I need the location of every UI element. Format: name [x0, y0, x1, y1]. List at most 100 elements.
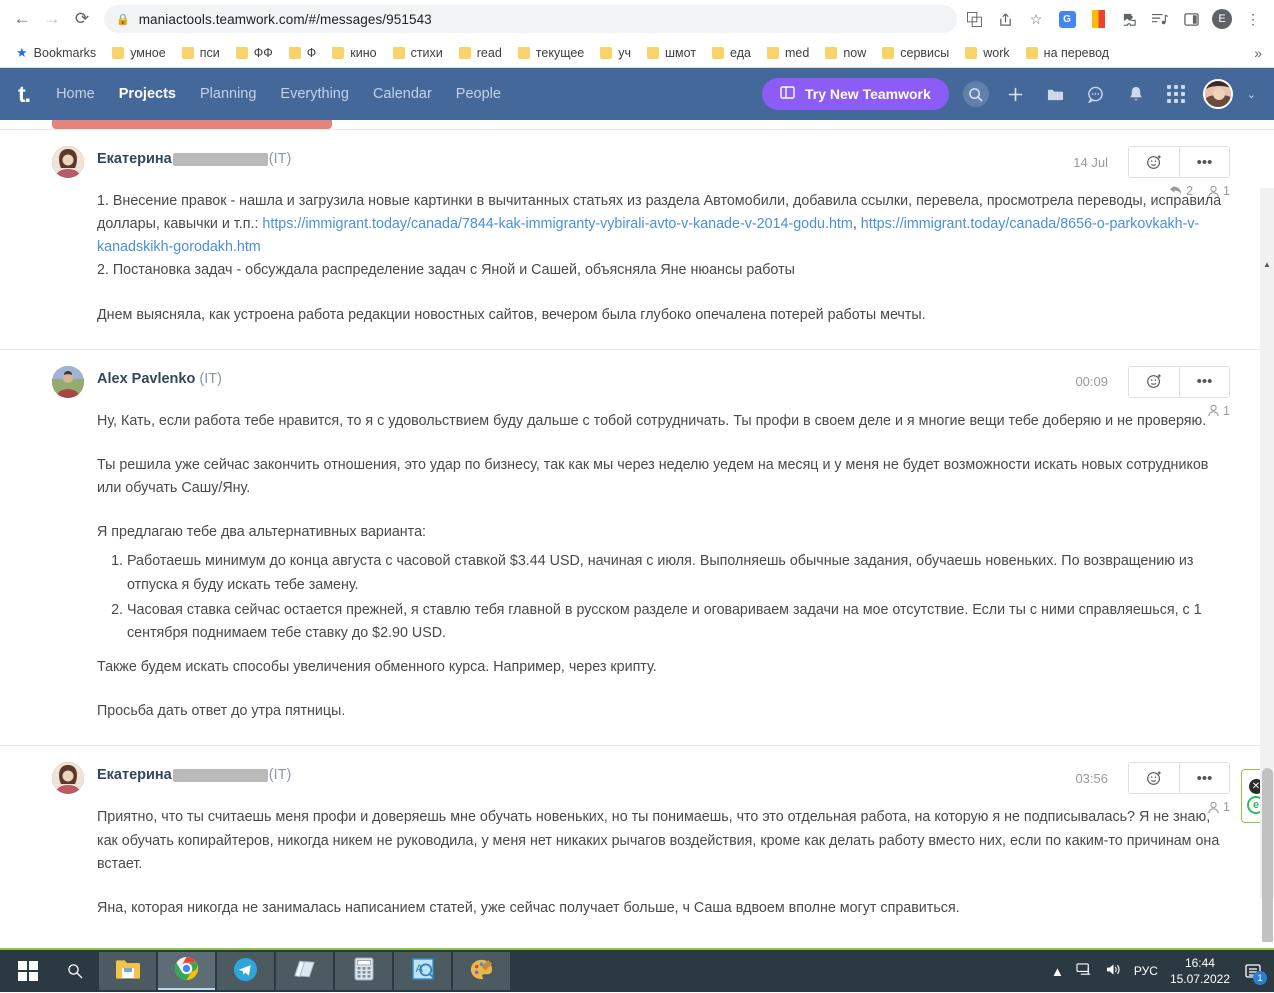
add-reaction-button[interactable] — [1129, 763, 1179, 793]
taskbar-app-file-explorer[interactable] — [99, 952, 156, 990]
message-paragraph: Днем выясняла, как устроена работа редак… — [97, 304, 1230, 327]
message-actions: 14 Jul ••• — [1073, 146, 1230, 178]
reply-count[interactable]: 2 — [1169, 184, 1193, 198]
add-icon[interactable] — [1003, 81, 1029, 107]
nav-item-planning[interactable]: Planning — [200, 86, 256, 102]
bookmark-item[interactable]: кино — [324, 43, 384, 63]
taskbar-app-telegram[interactable] — [217, 952, 274, 990]
people-count[interactable]: 1 — [1207, 800, 1230, 814]
bookmark-star-icon[interactable]: ☆ — [1025, 8, 1047, 30]
extensions-puzzle-icon[interactable] — [1118, 8, 1140, 30]
message-paragraph: Ты решила уже сейчас закончить отношения… — [97, 454, 1230, 500]
bookmark-item[interactable]: шмот — [639, 43, 704, 63]
chrome-menu-icon[interactable]: ⋮ — [1242, 8, 1264, 30]
sidepanel-icon[interactable] — [1180, 8, 1202, 30]
taskbar-app-google-chrome[interactable] — [158, 952, 215, 990]
bookmarks-label: Bookmarks — [34, 46, 97, 60]
teamwork-logo[interactable]: t. — [18, 81, 30, 108]
page-scrollbar[interactable]: ▲ — [1260, 188, 1274, 898]
message-counts: 1 — [1207, 404, 1230, 418]
author-name: Екатерина — [97, 767, 172, 783]
avatar[interactable] — [52, 146, 84, 178]
profile-avatar-icon[interactable]: E — [1211, 8, 1233, 30]
taskbar-app-sticky-notes[interactable] — [276, 952, 333, 990]
chat-icon[interactable] — [1083, 81, 1109, 107]
search-icon[interactable] — [963, 81, 989, 107]
address-bar-url: maniactools.teamwork.com/#/messages/9515… — [139, 12, 432, 27]
message-date: 03:56 — [1075, 771, 1108, 786]
bookmark-item[interactable]: ФФ — [228, 43, 281, 63]
bookmark-item[interactable]: сервисы — [874, 43, 957, 63]
bookmark-item[interactable]: уч — [592, 43, 639, 63]
avatar[interactable] — [52, 366, 84, 398]
bookmark-item[interactable]: еда — [704, 43, 759, 63]
bookmark-label: пси — [200, 46, 220, 60]
clock[interactable]: 16:44 15.07.2022 — [1170, 955, 1230, 987]
article-link[interactable]: https://immigrant.today/canada/7844-kak-… — [262, 216, 852, 232]
translate-icon[interactable] — [963, 8, 985, 30]
nav-item-calendar[interactable]: Calendar — [373, 86, 432, 102]
volume-icon[interactable] — [1105, 962, 1122, 980]
user-avatar[interactable] — [1203, 79, 1233, 109]
bookmark-item[interactable]: Ф — [281, 43, 325, 63]
bookmark-item[interactable]: now — [817, 43, 874, 63]
bookmarks-overflow-button[interactable]: » — [1254, 45, 1266, 61]
scrollbar-thumb[interactable] — [1262, 768, 1273, 942]
more-options-button[interactable]: ••• — [1179, 763, 1229, 793]
bookmark-item[interactable]: текущее — [510, 43, 592, 63]
show-hidden-icons-button[interactable]: ▲ — [1051, 964, 1064, 979]
folder-icon — [236, 47, 248, 59]
options-list: Работаешь минимум до конца августа с час… — [117, 550, 1230, 645]
bookmarks-root[interactable]: ★ Bookmarks — [8, 42, 104, 64]
bookmark-item[interactable]: на перевод — [1018, 43, 1117, 63]
more-options-button[interactable]: ••• — [1179, 147, 1229, 177]
playlist-icon[interactable] — [1149, 8, 1171, 30]
avatar[interactable] — [52, 762, 84, 794]
bookmark-label: кино — [350, 46, 376, 60]
action-center-button[interactable]: 1 — [1242, 960, 1264, 982]
apps-grid-icon[interactable] — [1163, 81, 1189, 107]
people-count-value: 1 — [1223, 184, 1230, 198]
language-indicator[interactable]: РУС — [1134, 964, 1158, 978]
folder-icon — [712, 47, 724, 59]
nav-item-people[interactable]: People — [456, 86, 501, 102]
list-item: Работаешь минимум до конца августа с час… — [127, 550, 1230, 596]
scroll-up-arrow-icon[interactable]: ▲ — [1261, 258, 1273, 270]
reload-button[interactable]: ⟳ — [68, 5, 96, 33]
browser-toolbar: ← → ⟳ 🔒 maniactools.teamwork.com/#/messa… — [0, 0, 1274, 38]
nav-item-home[interactable]: Home — [56, 86, 95, 102]
notifications-bell-icon[interactable] — [1123, 81, 1149, 107]
start-button[interactable] — [4, 949, 52, 993]
taskbar-search-button[interactable] — [52, 949, 98, 993]
back-button[interactable]: ← — [8, 5, 36, 33]
avatar-caret-icon[interactable]: ⌄ — [1247, 88, 1256, 101]
bookmark-item[interactable]: стихи — [385, 43, 451, 63]
people-count[interactable]: 1 — [1207, 404, 1230, 418]
author-dept: (IT) — [269, 767, 292, 783]
add-reaction-button[interactable] — [1129, 367, 1179, 397]
bookmark-label: шмот — [665, 46, 696, 60]
more-options-button[interactable]: ••• — [1179, 367, 1229, 397]
forward-button[interactable]: → — [38, 5, 66, 33]
layout-switch-icon — [780, 85, 796, 104]
add-reaction-button[interactable] — [1129, 147, 1179, 177]
nav-item-everything[interactable]: Everything — [280, 86, 349, 102]
projects-folder-icon[interactable] — [1043, 81, 1069, 107]
try-new-teamwork-button[interactable]: Try New Teamwork — [762, 78, 949, 110]
bookmark-item[interactable]: work — [957, 43, 1017, 63]
taskbar-app-paint[interactable] — [453, 952, 510, 990]
bookmark-item[interactable]: read — [451, 43, 510, 63]
bookmark-item[interactable]: med — [759, 43, 817, 63]
people-count[interactable]: 1 — [1207, 184, 1230, 198]
bookmark-item[interactable]: пси — [174, 43, 228, 63]
pocket-extension-icon[interactable] — [1087, 8, 1109, 30]
google-translate-extension-icon[interactable]: G — [1056, 8, 1078, 30]
nav-item-projects[interactable]: Projects — [119, 86, 176, 102]
taskbar-app-screenshot-reader[interactable]: A — [394, 952, 451, 990]
address-bar[interactable]: 🔒 maniactools.teamwork.com/#/messages/95… — [104, 5, 957, 33]
taskbar-app-calculator[interactable] — [335, 952, 392, 990]
network-icon[interactable] — [1076, 962, 1093, 980]
bookmark-item[interactable]: умное — [104, 43, 174, 63]
notepad-icon — [292, 958, 317, 984]
share-icon[interactable] — [994, 8, 1016, 30]
